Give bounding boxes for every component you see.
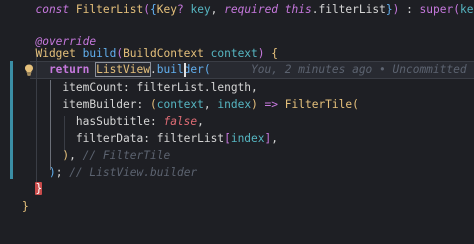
code-line[interactable]: }	[22, 180, 43, 198]
code-line[interactable]: itemCount: filterList.length,	[22, 79, 258, 97]
code-token: filterList	[136, 81, 204, 94]
code-token: builder	[156, 63, 204, 76]
code-token: .filterList	[311, 3, 386, 16]
code-token: key	[459, 3, 474, 16]
code-token: filterData:	[22, 132, 157, 145]
code-token: }	[385, 3, 393, 16]
code-token: return	[22, 63, 97, 76]
code-token: .	[149, 63, 157, 76]
code-token: {	[271, 47, 279, 60]
code-token: hasSubtitle:	[22, 115, 164, 128]
code-token: ?	[176, 3, 191, 16]
code-token: }	[22, 200, 29, 213]
code-token: required	[224, 3, 285, 16]
code-token: super	[419, 3, 454, 16]
code-token: )	[251, 98, 258, 111]
code-token: }	[35, 182, 43, 195]
code-token: context	[156, 98, 204, 111]
code-token: index	[230, 132, 265, 145]
code-token: .length,	[203, 81, 258, 94]
code-token: Widget	[22, 47, 83, 60]
code-editor[interactable]: const FilterList({Key? key, required thi…	[0, 0, 474, 244]
code-token: Key	[156, 3, 177, 16]
code-token: ,	[203, 98, 218, 111]
code-token: const	[22, 3, 76, 16]
code-token: BuildContext	[123, 47, 211, 60]
code-token: ,	[210, 3, 225, 16]
code-token: index	[217, 98, 252, 111]
code-token: false	[163, 115, 198, 128]
code-token: ;	[55, 166, 70, 179]
change-indicator	[10, 61, 13, 179]
code-token: this	[284, 3, 312, 16]
code-token: ,	[271, 132, 279, 145]
code-token: filterList	[156, 132, 225, 145]
code-line[interactable]: ); // ListView.builder	[22, 164, 197, 182]
code-token: key	[190, 3, 211, 16]
code-token: build	[82, 47, 117, 60]
code-token: [	[224, 132, 231, 145]
code-line[interactable]: itemBuilder: (context, index) => FilterT…	[22, 96, 359, 114]
code-token: itemBuilder:	[22, 98, 150, 111]
code-token: (	[352, 98, 359, 111]
git-blame-annotation: You, 2 minutes ago • Uncommitted changes	[251, 63, 474, 76]
text-cursor	[184, 63, 186, 77]
code-token: )	[48, 166, 56, 179]
code-token: :	[399, 3, 420, 16]
code-line[interactable]: hasSubtitle: false,	[22, 113, 204, 131]
code-token: (	[149, 98, 157, 111]
code-line[interactable]: filterData: filterList[index],	[22, 130, 278, 148]
code-token: {	[150, 3, 157, 16]
code-token: ,	[69, 149, 83, 162]
code-token: FilterTile	[284, 98, 353, 111]
code-token: =>	[257, 98, 285, 111]
code-token: )	[257, 47, 272, 60]
code-token: FilterList	[75, 3, 144, 16]
code-token: (	[453, 3, 460, 16]
code-line[interactable]: const FilterList({Key? key, required thi…	[22, 1, 474, 19]
code-token: // ListView.builder	[69, 166, 198, 179]
code-token: itemCount:	[22, 81, 137, 94]
code-line[interactable]: return ListView.builder( You, 2 minutes …	[22, 61, 474, 79]
code-line[interactable]: ), // FilterTile	[22, 147, 170, 165]
code-token: (	[143, 3, 150, 16]
code-token: // FilterTile	[82, 149, 171, 162]
code-token: ListView	[95, 62, 151, 77]
code-token: context	[210, 47, 258, 60]
code-token: ,	[197, 115, 204, 128]
code-line[interactable]: }	[22, 198, 29, 216]
code-token: (	[203, 63, 211, 76]
